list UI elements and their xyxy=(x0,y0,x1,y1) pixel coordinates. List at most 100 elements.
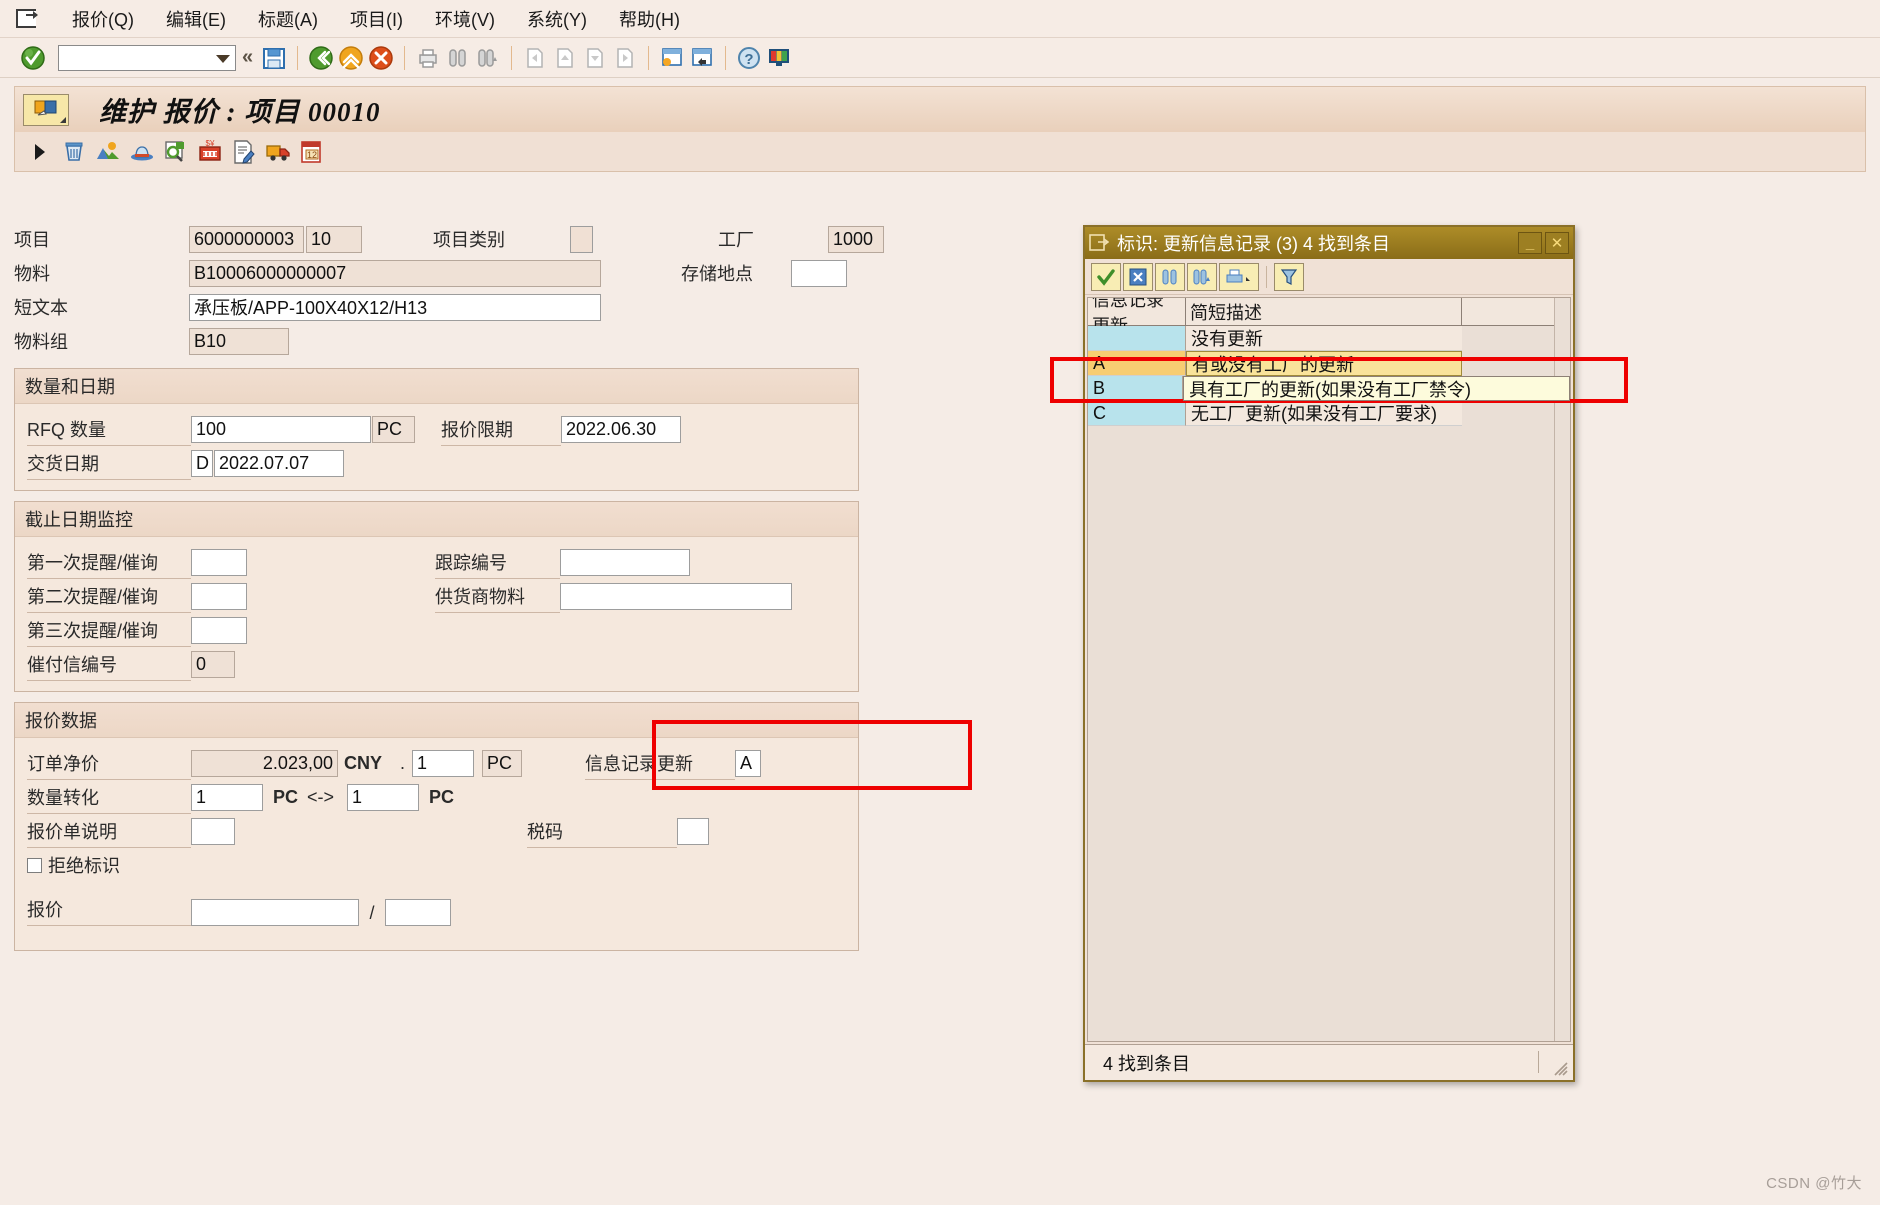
transaction-icon[interactable] xyxy=(23,93,69,126)
collapse-icon[interactable]: « xyxy=(236,46,259,69)
price-unit-field[interactable]: 1 xyxy=(412,749,474,777)
price-unit-uom-field[interactable]: PC xyxy=(482,749,522,777)
material-group-field[interactable]: B10 xyxy=(189,327,289,355)
table-row[interactable]: A 有或没有工厂的更新 xyxy=(1088,351,1570,376)
reminder3-field[interactable] xyxy=(191,616,247,644)
row-description[interactable]: 具有工厂的更新(如果没有工厂禁令) xyxy=(1183,376,1570,401)
rejection-indicator-checkbox[interactable]: 拒绝标识 xyxy=(27,852,120,878)
menu-item-help[interactable]: 帮助(H) xyxy=(603,3,696,35)
row-key[interactable]: C xyxy=(1088,401,1186,426)
print-icon[interactable] xyxy=(413,43,443,73)
tax-code-field[interactable] xyxy=(677,817,709,845)
checkbox-box[interactable] xyxy=(27,857,42,873)
resize-grip-icon[interactable] xyxy=(1553,1061,1569,1077)
grid-header-description[interactable]: 简短描述 xyxy=(1186,298,1462,325)
form-row-rejection-indicator: 拒绝标识 xyxy=(27,848,846,882)
vendor-material-field[interactable] xyxy=(560,582,792,610)
toolbar-separator xyxy=(511,45,513,70)
chevron-down-icon[interactable] xyxy=(216,54,230,63)
delete-icon[interactable] xyxy=(59,137,89,167)
help-icon[interactable]: ? xyxy=(734,43,764,73)
quotation-deadline-field[interactable]: 2022.06.30 xyxy=(561,415,681,443)
row-key[interactable]: B xyxy=(1088,376,1184,401)
row-description[interactable]: 有或没有工厂的更新 xyxy=(1186,351,1462,376)
qty-conversion-unit2: PC xyxy=(429,786,455,807)
expand-arrow-icon[interactable] xyxy=(25,137,55,167)
form-row-reminder3: 第三次提醒/催询 xyxy=(27,613,846,647)
item-category-field[interactable] xyxy=(570,225,593,253)
item-doc-number-field[interactable]: 6000000003 xyxy=(189,225,304,253)
personal-list-icon[interactable] xyxy=(1274,262,1304,291)
quotation-field-2[interactable] xyxy=(385,899,451,926)
menu-item-header[interactable]: 标题(A) xyxy=(242,3,334,35)
menu-item-quotation[interactable]: 报价(Q) xyxy=(56,3,150,35)
table-row[interactable]: C 无工厂更新(如果没有工厂要求) xyxy=(1088,401,1570,426)
last-page-icon[interactable] xyxy=(610,43,640,73)
find-next-icon[interactable] xyxy=(1187,262,1217,291)
qty-conversion-denominator-field[interactable]: 1 xyxy=(347,783,419,811)
enter-check-icon[interactable] xyxy=(18,43,48,73)
find-icon[interactable] xyxy=(443,43,473,73)
cancel-icon[interactable] xyxy=(1123,262,1153,291)
minimize-button[interactable]: _ xyxy=(1518,232,1542,254)
dunning-number-field[interactable]: 0 xyxy=(191,650,235,678)
grid-header-key[interactable]: 信息记录更新 xyxy=(1088,298,1186,336)
reminder1-field[interactable] xyxy=(191,548,247,576)
overview-icon[interactable] xyxy=(93,137,123,167)
short-text-field[interactable]: 承压板/APP-100X40X12/H13 xyxy=(189,293,601,321)
next-page-icon[interactable] xyxy=(580,43,610,73)
delivery-icon[interactable] xyxy=(263,137,293,167)
quotation-note-field[interactable] xyxy=(191,817,235,845)
conditions-icon[interactable]: $¥ xyxy=(195,137,225,167)
accept-icon[interactable] xyxy=(1091,262,1121,291)
cancel-icon[interactable] xyxy=(366,43,396,73)
rfq-quantity-field[interactable]: 100 xyxy=(191,415,371,443)
group-quantity-and-dates: 数量和日期 RFQ 数量 100 PC 报价限期 2022.06.30 交货日期… xyxy=(14,368,859,491)
find-next-icon[interactable] xyxy=(473,43,503,73)
delivery-date-category-field[interactable]: D xyxy=(191,449,213,477)
first-page-icon[interactable] xyxy=(520,43,550,73)
material-field[interactable]: B10006000000007 xyxy=(189,259,601,287)
table-row[interactable]: B 具有工厂的更新(如果没有工厂禁令) xyxy=(1088,376,1570,401)
find-icon[interactable] xyxy=(1155,262,1185,291)
net-price-field[interactable]: 2.023,00 xyxy=(191,749,338,777)
header-icon[interactable] xyxy=(127,137,157,167)
exit-icon[interactable] xyxy=(336,43,366,73)
customize-layout-icon[interactable] xyxy=(764,43,794,73)
value-help-grid[interactable]: 信息记录更新 简短描述 没有更新 A 有或没有工厂的更新 B 具有工厂的更新(如… xyxy=(1087,297,1571,1042)
info-record-update-field[interactable]: A xyxy=(735,749,761,777)
row-description[interactable]: 没有更新 xyxy=(1186,326,1462,351)
reminder2-field[interactable] xyxy=(191,582,247,610)
menu-item-edit[interactable]: 编辑(E) xyxy=(150,3,242,35)
print-icon[interactable] xyxy=(1219,262,1259,291)
search-details-icon[interactable] xyxy=(161,137,191,167)
menu-item-environment[interactable]: 环境(V) xyxy=(419,3,511,35)
dialog-title-bar[interactable]: 标识: 更新信息记录 (3) 4 找到条目 _ ✕ xyxy=(1085,227,1573,259)
create-shortcut-icon[interactable] xyxy=(687,43,717,73)
quotation-field-1[interactable] xyxy=(191,899,359,926)
delivery-date-field[interactable]: 2022.07.07 xyxy=(214,449,344,477)
menu-item-system[interactable]: 系统(Y) xyxy=(511,3,603,35)
command-field[interactable] xyxy=(58,44,236,71)
tracking-number-field[interactable] xyxy=(560,548,690,576)
row-key[interactable]: A xyxy=(1088,351,1186,376)
save-icon[interactable] xyxy=(259,43,289,73)
plant-field[interactable]: 1000 xyxy=(828,225,884,253)
menu-item-item[interactable]: 项目(I) xyxy=(334,3,419,35)
close-button[interactable]: ✕ xyxy=(1545,232,1569,254)
qty-conversion-numerator-field[interactable]: 1 xyxy=(191,783,263,811)
grid-scrollbar[interactable] xyxy=(1554,298,1570,1041)
storage-location-field[interactable] xyxy=(791,259,847,287)
system-menu-icon[interactable] xyxy=(14,7,40,31)
group-deadline-monitoring: 截止日期监控 第一次提醒/催询 跟踪编号 第二次提醒/催询 供货商物料 第三次提… xyxy=(14,501,859,692)
texts-icon[interactable] xyxy=(229,137,259,167)
schedule-icon[interactable]: 12 xyxy=(297,137,327,167)
rfq-quantity-unit-field[interactable]: PC xyxy=(372,415,415,443)
previous-page-icon[interactable] xyxy=(550,43,580,73)
table-row[interactable]: 没有更新 xyxy=(1088,326,1570,351)
row-description[interactable]: 无工厂更新(如果没有工厂要求) xyxy=(1186,401,1462,426)
item-number-field[interactable]: 10 xyxy=(306,225,362,253)
back-icon[interactable] xyxy=(306,43,336,73)
row-key[interactable] xyxy=(1088,326,1186,351)
create-session-icon[interactable] xyxy=(657,43,687,73)
